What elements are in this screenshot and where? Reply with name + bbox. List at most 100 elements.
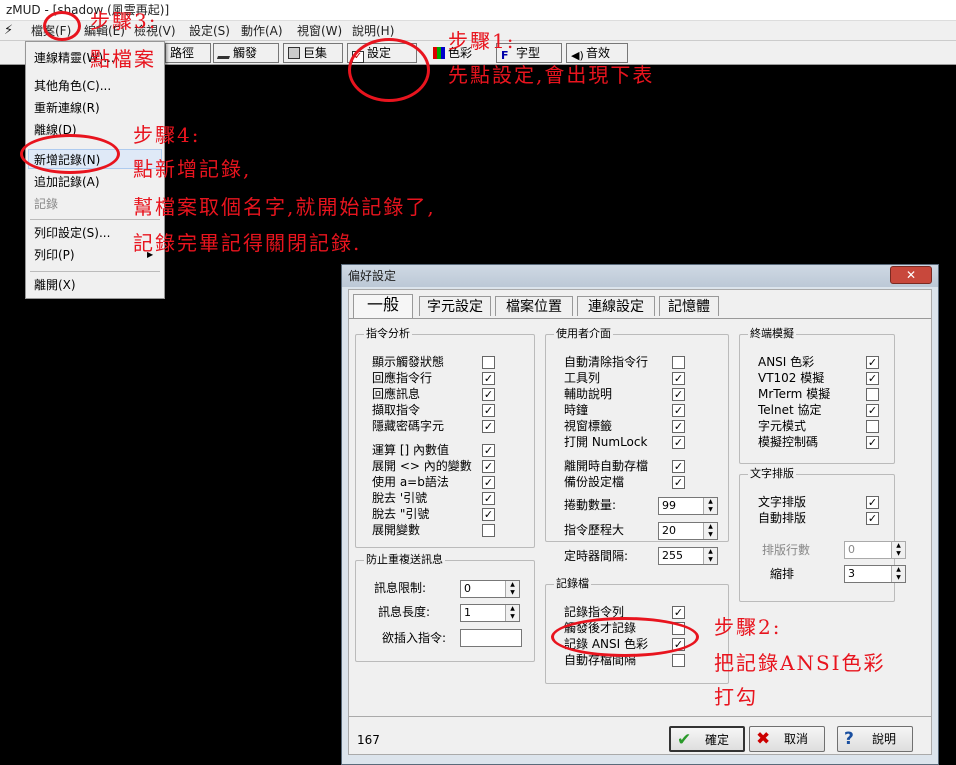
menu-item-append-log[interactable]: 追加記錄(A) bbox=[34, 174, 100, 190]
history-spinner[interactable]: 20 ▲ ▼ bbox=[658, 522, 718, 540]
option-label: MrTerm 模擬 bbox=[758, 387, 831, 401]
cancel-button[interactable]: ✖ 取消 bbox=[749, 726, 825, 752]
option-label: 輔助說明 bbox=[564, 387, 613, 401]
menu-item-print-setup[interactable]: 列印設定(S)... bbox=[34, 225, 110, 241]
option-checkbox[interactable]: ✓ bbox=[482, 492, 495, 505]
option-checkbox[interactable] bbox=[482, 356, 495, 369]
menu-window[interactable]: 視窗(W) bbox=[297, 23, 342, 39]
option-checkbox[interactable] bbox=[866, 388, 879, 401]
step3-heading: 步驟3: bbox=[90, 9, 158, 33]
option-label: 模擬控制碼 bbox=[758, 435, 819, 449]
step2-heading: 步驟2: bbox=[714, 615, 782, 639]
option-checkbox[interactable]: ✓ bbox=[482, 508, 495, 521]
menu-help[interactable]: 說明(H) bbox=[352, 23, 394, 39]
option-checkbox[interactable]: ✓ bbox=[482, 420, 495, 433]
option-label: 脫去 "引號 bbox=[372, 507, 430, 521]
option-label: 顯示觸發狀態 bbox=[372, 355, 445, 369]
spinner-arrows-icon[interactable]: ▲ ▼ bbox=[703, 523, 717, 539]
option-checkbox[interactable]: ✓ bbox=[672, 606, 685, 619]
tab-char-settings[interactable]: 字元設定 bbox=[419, 296, 491, 316]
option-label: 運算 [] 內數值 bbox=[372, 443, 449, 457]
option-checkbox[interactable]: ✓ bbox=[672, 372, 685, 385]
cmd-parse-group-title: 指令分析 bbox=[364, 327, 412, 341]
option-checkbox[interactable]: ✓ bbox=[482, 372, 495, 385]
option-checkbox[interactable] bbox=[866, 420, 879, 433]
spinner-arrows-icon[interactable]: ▲ ▼ bbox=[891, 566, 905, 582]
step4-heading: 步驟4: bbox=[133, 123, 201, 147]
option-label: 視窗標籤 bbox=[564, 419, 613, 433]
menu-item-print[interactable]: 列印(P) bbox=[34, 247, 75, 263]
option-label: 自動排版 bbox=[758, 511, 807, 525]
path-button[interactable]: 路徑 bbox=[165, 43, 211, 63]
tab-general[interactable]: 一般 bbox=[353, 294, 413, 318]
timer-spinner[interactable]: 255 ▲ ▼ bbox=[658, 547, 718, 565]
tab-file-locations[interactable]: 檔案位置 bbox=[495, 296, 573, 316]
spinner-arrows-icon[interactable]: ▲ ▼ bbox=[703, 548, 717, 564]
scroll-spinner[interactable]: 99 ▲ ▼ bbox=[658, 497, 718, 515]
cmd-parse-group: 指令分析 顯示觸發狀態 回應指令行 ✓ 回應訊息 ✓ 擷取指令 ✓ 隱藏密碼字元 ✓ 運算 [] … bbox=[355, 327, 535, 548]
option-checkbox[interactable]: ✓ bbox=[866, 372, 879, 385]
insert-label: 欲插入指令: bbox=[382, 631, 447, 645]
option-label: 打開 NumLock bbox=[564, 435, 648, 449]
tab-divider bbox=[349, 318, 931, 319]
option-checkbox[interactable]: ✓ bbox=[482, 388, 495, 401]
tab-memory[interactable]: 記憶體 bbox=[659, 296, 719, 316]
option-label: 自動清除指令行 bbox=[564, 355, 649, 369]
option-label: 文字排版 bbox=[758, 495, 807, 509]
menu-item-reconnect[interactable]: 重新連線(R) bbox=[34, 100, 100, 116]
option-checkbox[interactable] bbox=[482, 524, 495, 537]
option-checkbox[interactable]: ✓ bbox=[866, 404, 879, 417]
option-checkbox[interactable]: ✓ bbox=[672, 476, 685, 489]
scroll-label: 捲動數量: bbox=[564, 498, 617, 512]
option-checkbox[interactable]: ✓ bbox=[672, 420, 685, 433]
step4-line1: 點新增記錄, bbox=[133, 157, 252, 181]
limit-spinner[interactable]: 0 ▲ ▼ bbox=[460, 580, 520, 598]
annotation-circle-file bbox=[43, 11, 81, 41]
close-button[interactable]: ✕ bbox=[890, 266, 932, 284]
app-icon: ⚡ bbox=[4, 23, 14, 38]
option-checkbox[interactable]: ✓ bbox=[482, 460, 495, 473]
spinner-arrows-icon: ▲ ▼ bbox=[891, 542, 905, 558]
spinner-arrows-icon[interactable]: ▲ ▼ bbox=[505, 605, 519, 621]
spinner-arrows-icon[interactable]: ▲ ▼ bbox=[703, 498, 717, 514]
menu-item-other-character[interactable]: 其他角色(C)... bbox=[34, 78, 111, 94]
option-checkbox[interactable]: ✓ bbox=[482, 404, 495, 417]
length-spinner[interactable]: 1 ▲ ▼ bbox=[460, 604, 520, 622]
spinner-arrows-icon[interactable]: ▲ ▼ bbox=[505, 581, 519, 597]
indent-label: 縮排 bbox=[770, 567, 795, 581]
status-number: 167 bbox=[357, 733, 380, 747]
footer-divider bbox=[349, 716, 931, 717]
option-checkbox[interactable] bbox=[672, 356, 685, 369]
indent-spinner[interactable]: 3 ▲ ▼ bbox=[844, 565, 906, 583]
option-checkbox[interactable]: ✓ bbox=[672, 436, 685, 449]
option-label: 展開變數 bbox=[372, 523, 421, 537]
help-button[interactable]: ? 說明 bbox=[837, 726, 913, 752]
insert-command-input[interactable] bbox=[460, 629, 522, 647]
option-checkbox[interactable]: ✓ bbox=[866, 356, 879, 369]
option-checkbox[interactable]: ✓ bbox=[866, 512, 879, 525]
option-checkbox[interactable] bbox=[672, 654, 685, 667]
menu-action[interactable]: 動作(A) bbox=[241, 23, 283, 39]
menu-settings[interactable]: 設定(S) bbox=[189, 23, 230, 39]
step2-line1: 把記錄ANSI色彩 bbox=[714, 651, 886, 675]
option-checkbox[interactable]: ✓ bbox=[482, 444, 495, 457]
menu-item-exit[interactable]: 離開(X) bbox=[34, 277, 76, 293]
ok-button[interactable]: ✔ 確定 bbox=[669, 726, 745, 752]
rows-label: 排版行數 bbox=[762, 543, 811, 557]
limit-label: 訊息限制: bbox=[374, 581, 427, 595]
option-checkbox[interactable]: ✓ bbox=[672, 460, 685, 473]
macro-button[interactable]: 巨集 bbox=[283, 43, 343, 63]
tab-connection[interactable]: 連線設定 bbox=[577, 296, 655, 316]
option-checkbox[interactable]: ✓ bbox=[672, 404, 685, 417]
option-checkbox[interactable]: ✓ bbox=[866, 436, 879, 449]
option-label: Telnet 協定 bbox=[758, 403, 822, 417]
option-checkbox[interactable]: ✓ bbox=[672, 388, 685, 401]
trigger-button[interactable]: 觸發 bbox=[213, 43, 279, 63]
anti-spam-group-title: 防止重複送訊息 bbox=[364, 553, 445, 567]
option-label: 隱藏密碼字元 bbox=[372, 419, 445, 433]
option-checkbox[interactable]: ✓ bbox=[482, 476, 495, 489]
sound-button[interactable]: ◀) 音效 bbox=[566, 43, 628, 63]
gun-icon bbox=[216, 53, 232, 59]
option-checkbox[interactable]: ✓ bbox=[866, 496, 879, 509]
menu-item-log: 記錄 bbox=[34, 197, 59, 211]
